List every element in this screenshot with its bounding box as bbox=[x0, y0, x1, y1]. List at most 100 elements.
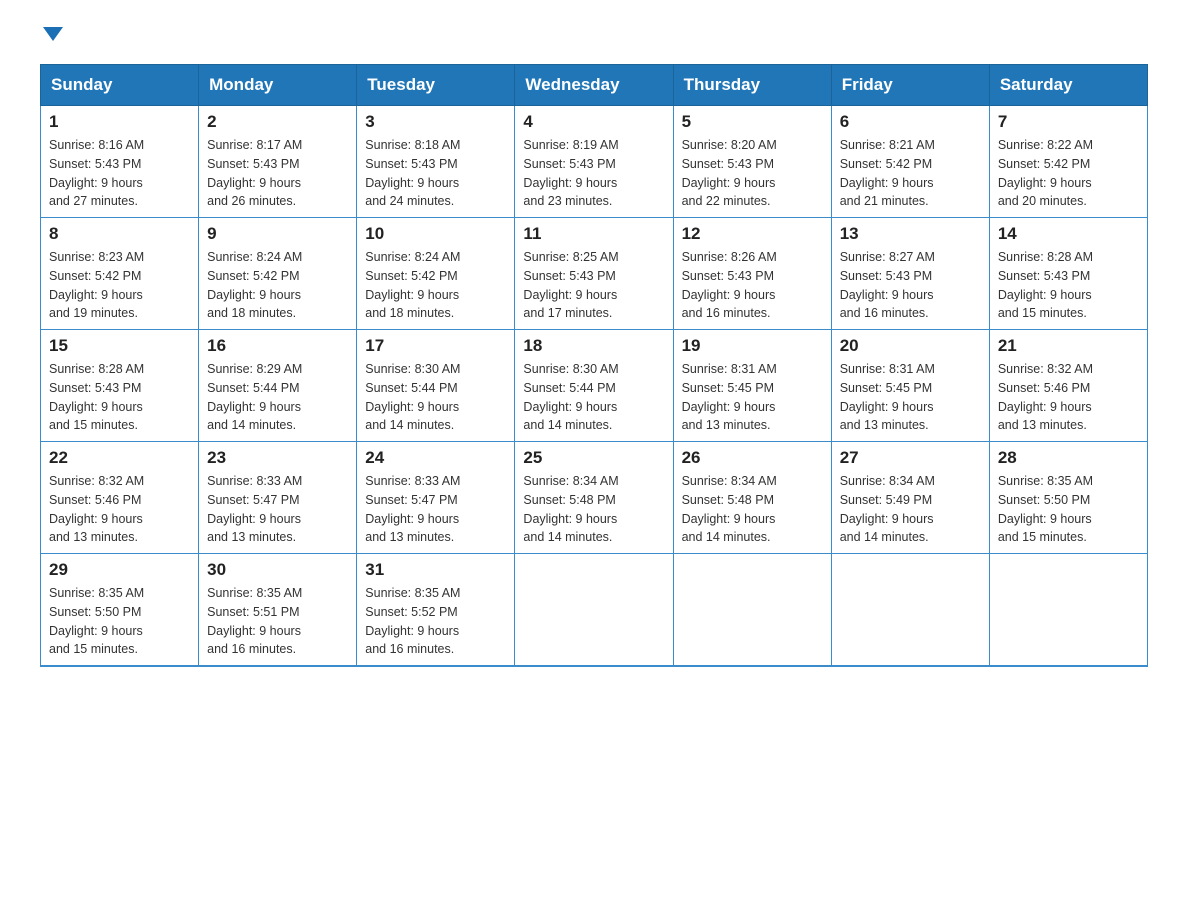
day-number: 7 bbox=[998, 112, 1139, 132]
calendar-cell: 16 Sunrise: 8:29 AM Sunset: 5:44 PM Dayl… bbox=[199, 330, 357, 442]
day-info: Sunrise: 8:30 AM Sunset: 5:44 PM Dayligh… bbox=[523, 360, 664, 435]
day-info: Sunrise: 8:34 AM Sunset: 5:48 PM Dayligh… bbox=[523, 472, 664, 547]
calendar-week-row: 29 Sunrise: 8:35 AM Sunset: 5:50 PM Dayl… bbox=[41, 554, 1148, 667]
day-info: Sunrise: 8:18 AM Sunset: 5:43 PM Dayligh… bbox=[365, 136, 506, 211]
day-number: 3 bbox=[365, 112, 506, 132]
calendar-cell: 14 Sunrise: 8:28 AM Sunset: 5:43 PM Dayl… bbox=[989, 218, 1147, 330]
weekday-header-monday: Monday bbox=[199, 65, 357, 106]
calendar-cell: 29 Sunrise: 8:35 AM Sunset: 5:50 PM Dayl… bbox=[41, 554, 199, 667]
day-number: 23 bbox=[207, 448, 348, 468]
day-info: Sunrise: 8:34 AM Sunset: 5:49 PM Dayligh… bbox=[840, 472, 981, 547]
day-number: 21 bbox=[998, 336, 1139, 356]
calendar-week-row: 22 Sunrise: 8:32 AM Sunset: 5:46 PM Dayl… bbox=[41, 442, 1148, 554]
calendar-cell: 24 Sunrise: 8:33 AM Sunset: 5:47 PM Dayl… bbox=[357, 442, 515, 554]
calendar-cell bbox=[515, 554, 673, 667]
day-number: 6 bbox=[840, 112, 981, 132]
day-number: 29 bbox=[49, 560, 190, 580]
day-info: Sunrise: 8:32 AM Sunset: 5:46 PM Dayligh… bbox=[998, 360, 1139, 435]
day-number: 10 bbox=[365, 224, 506, 244]
calendar-cell: 28 Sunrise: 8:35 AM Sunset: 5:50 PM Dayl… bbox=[989, 442, 1147, 554]
day-number: 31 bbox=[365, 560, 506, 580]
calendar-cell: 13 Sunrise: 8:27 AM Sunset: 5:43 PM Dayl… bbox=[831, 218, 989, 330]
calendar-cell: 4 Sunrise: 8:19 AM Sunset: 5:43 PM Dayli… bbox=[515, 106, 673, 218]
calendar-cell: 9 Sunrise: 8:24 AM Sunset: 5:42 PM Dayli… bbox=[199, 218, 357, 330]
day-info: Sunrise: 8:28 AM Sunset: 5:43 PM Dayligh… bbox=[49, 360, 190, 435]
day-info: Sunrise: 8:20 AM Sunset: 5:43 PM Dayligh… bbox=[682, 136, 823, 211]
day-info: Sunrise: 8:28 AM Sunset: 5:43 PM Dayligh… bbox=[998, 248, 1139, 323]
day-number: 22 bbox=[49, 448, 190, 468]
day-number: 14 bbox=[998, 224, 1139, 244]
day-number: 4 bbox=[523, 112, 664, 132]
calendar-cell: 2 Sunrise: 8:17 AM Sunset: 5:43 PM Dayli… bbox=[199, 106, 357, 218]
calendar-cell: 19 Sunrise: 8:31 AM Sunset: 5:45 PM Dayl… bbox=[673, 330, 831, 442]
day-info: Sunrise: 8:33 AM Sunset: 5:47 PM Dayligh… bbox=[207, 472, 348, 547]
day-number: 9 bbox=[207, 224, 348, 244]
day-info: Sunrise: 8:30 AM Sunset: 5:44 PM Dayligh… bbox=[365, 360, 506, 435]
day-info: Sunrise: 8:21 AM Sunset: 5:42 PM Dayligh… bbox=[840, 136, 981, 211]
calendar-cell bbox=[989, 554, 1147, 667]
day-info: Sunrise: 8:27 AM Sunset: 5:43 PM Dayligh… bbox=[840, 248, 981, 323]
day-number: 2 bbox=[207, 112, 348, 132]
day-info: Sunrise: 8:35 AM Sunset: 5:50 PM Dayligh… bbox=[998, 472, 1139, 547]
calendar-cell bbox=[673, 554, 831, 667]
day-info: Sunrise: 8:34 AM Sunset: 5:48 PM Dayligh… bbox=[682, 472, 823, 547]
calendar-cell: 11 Sunrise: 8:25 AM Sunset: 5:43 PM Dayl… bbox=[515, 218, 673, 330]
logo bbox=[40, 30, 63, 44]
day-number: 19 bbox=[682, 336, 823, 356]
calendar-week-row: 1 Sunrise: 8:16 AM Sunset: 5:43 PM Dayli… bbox=[41, 106, 1148, 218]
day-number: 16 bbox=[207, 336, 348, 356]
weekday-header-tuesday: Tuesday bbox=[357, 65, 515, 106]
page-header bbox=[40, 30, 1148, 44]
calendar-cell: 27 Sunrise: 8:34 AM Sunset: 5:49 PM Dayl… bbox=[831, 442, 989, 554]
weekday-header-saturday: Saturday bbox=[989, 65, 1147, 106]
day-number: 20 bbox=[840, 336, 981, 356]
weekday-header-sunday: Sunday bbox=[41, 65, 199, 106]
calendar-cell: 7 Sunrise: 8:22 AM Sunset: 5:42 PM Dayli… bbox=[989, 106, 1147, 218]
calendar-cell: 18 Sunrise: 8:30 AM Sunset: 5:44 PM Dayl… bbox=[515, 330, 673, 442]
day-number: 15 bbox=[49, 336, 190, 356]
calendar-cell: 25 Sunrise: 8:34 AM Sunset: 5:48 PM Dayl… bbox=[515, 442, 673, 554]
calendar-cell: 8 Sunrise: 8:23 AM Sunset: 5:42 PM Dayli… bbox=[41, 218, 199, 330]
calendar-table: SundayMondayTuesdayWednesdayThursdayFrid… bbox=[40, 64, 1148, 667]
weekday-header-thursday: Thursday bbox=[673, 65, 831, 106]
calendar-cell: 26 Sunrise: 8:34 AM Sunset: 5:48 PM Dayl… bbox=[673, 442, 831, 554]
day-number: 24 bbox=[365, 448, 506, 468]
calendar-cell: 10 Sunrise: 8:24 AM Sunset: 5:42 PM Dayl… bbox=[357, 218, 515, 330]
calendar-cell: 1 Sunrise: 8:16 AM Sunset: 5:43 PM Dayli… bbox=[41, 106, 199, 218]
day-info: Sunrise: 8:19 AM Sunset: 5:43 PM Dayligh… bbox=[523, 136, 664, 211]
calendar-week-row: 15 Sunrise: 8:28 AM Sunset: 5:43 PM Dayl… bbox=[41, 330, 1148, 442]
day-info: Sunrise: 8:23 AM Sunset: 5:42 PM Dayligh… bbox=[49, 248, 190, 323]
calendar-cell: 23 Sunrise: 8:33 AM Sunset: 5:47 PM Dayl… bbox=[199, 442, 357, 554]
day-number: 26 bbox=[682, 448, 823, 468]
calendar-cell: 21 Sunrise: 8:32 AM Sunset: 5:46 PM Dayl… bbox=[989, 330, 1147, 442]
day-info: Sunrise: 8:25 AM Sunset: 5:43 PM Dayligh… bbox=[523, 248, 664, 323]
day-number: 1 bbox=[49, 112, 190, 132]
calendar-cell: 3 Sunrise: 8:18 AM Sunset: 5:43 PM Dayli… bbox=[357, 106, 515, 218]
calendar-cell: 5 Sunrise: 8:20 AM Sunset: 5:43 PM Dayli… bbox=[673, 106, 831, 218]
calendar-cell: 15 Sunrise: 8:28 AM Sunset: 5:43 PM Dayl… bbox=[41, 330, 199, 442]
calendar-cell: 12 Sunrise: 8:26 AM Sunset: 5:43 PM Dayl… bbox=[673, 218, 831, 330]
calendar-cell: 22 Sunrise: 8:32 AM Sunset: 5:46 PM Dayl… bbox=[41, 442, 199, 554]
day-number: 30 bbox=[207, 560, 348, 580]
calendar-cell: 31 Sunrise: 8:35 AM Sunset: 5:52 PM Dayl… bbox=[357, 554, 515, 667]
calendar-cell: 6 Sunrise: 8:21 AM Sunset: 5:42 PM Dayli… bbox=[831, 106, 989, 218]
day-number: 13 bbox=[840, 224, 981, 244]
weekday-header-row: SundayMondayTuesdayWednesdayThursdayFrid… bbox=[41, 65, 1148, 106]
day-info: Sunrise: 8:24 AM Sunset: 5:42 PM Dayligh… bbox=[365, 248, 506, 323]
day-number: 8 bbox=[49, 224, 190, 244]
day-info: Sunrise: 8:29 AM Sunset: 5:44 PM Dayligh… bbox=[207, 360, 348, 435]
day-number: 28 bbox=[998, 448, 1139, 468]
day-info: Sunrise: 8:35 AM Sunset: 5:52 PM Dayligh… bbox=[365, 584, 506, 659]
day-number: 12 bbox=[682, 224, 823, 244]
day-number: 25 bbox=[523, 448, 664, 468]
day-info: Sunrise: 8:17 AM Sunset: 5:43 PM Dayligh… bbox=[207, 136, 348, 211]
day-info: Sunrise: 8:24 AM Sunset: 5:42 PM Dayligh… bbox=[207, 248, 348, 323]
logo-triangle-icon bbox=[43, 27, 63, 41]
day-info: Sunrise: 8:33 AM Sunset: 5:47 PM Dayligh… bbox=[365, 472, 506, 547]
day-info: Sunrise: 8:35 AM Sunset: 5:50 PM Dayligh… bbox=[49, 584, 190, 659]
calendar-cell: 17 Sunrise: 8:30 AM Sunset: 5:44 PM Dayl… bbox=[357, 330, 515, 442]
day-info: Sunrise: 8:26 AM Sunset: 5:43 PM Dayligh… bbox=[682, 248, 823, 323]
weekday-header-wednesday: Wednesday bbox=[515, 65, 673, 106]
day-info: Sunrise: 8:31 AM Sunset: 5:45 PM Dayligh… bbox=[682, 360, 823, 435]
day-number: 17 bbox=[365, 336, 506, 356]
